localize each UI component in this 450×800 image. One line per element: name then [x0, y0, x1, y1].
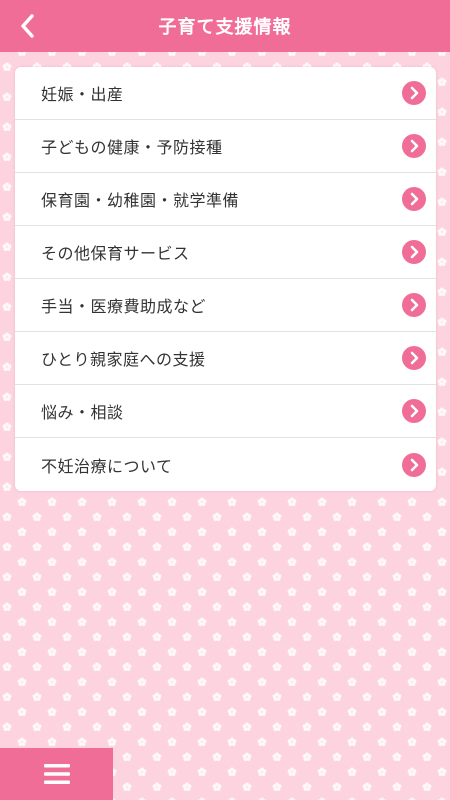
app-header: 子育て支援情報 — [0, 0, 450, 52]
menu-item-single-parent-support[interactable]: ひとり親家庭への支援 — [15, 332, 436, 385]
chevron-right-circle-icon — [402, 293, 426, 317]
chevron-right-circle-icon — [402, 134, 426, 158]
menu-item-label: 悩み・相談 — [41, 403, 124, 422]
menu-item-label: 子どもの健康・予防接種 — [41, 138, 223, 157]
chevron-right-circle-icon — [402, 399, 426, 423]
menu-item-label: 保育園・幼稚園・就学準備 — [41, 191, 240, 210]
menu-item-other-childcare[interactable]: その他保育サービス — [15, 226, 436, 279]
chevron-right-circle-icon — [402, 81, 426, 105]
hamburger-menu-icon — [43, 764, 70, 784]
menu-item-label: その他保育サービス — [41, 244, 190, 263]
hamburger-menu-button[interactable] — [0, 748, 113, 800]
menu-item-allowances-subsidies[interactable]: 手当・医療費助成など — [15, 279, 436, 332]
chevron-right-circle-icon — [402, 187, 426, 211]
menu-item-infertility-treatment[interactable]: 不妊治療について — [15, 438, 436, 491]
chevron-right-circle-icon — [402, 346, 426, 370]
page-title: 子育て支援情報 — [158, 17, 292, 38]
menu-item-label: 手当・医療費助成など — [41, 297, 207, 316]
chevron-right-circle-icon — [402, 240, 426, 264]
menu-item-label: 不妊治療について — [41, 456, 173, 476]
menu-item-nursery-kindergarten[interactable]: 保育園・幼稚園・就学準備 — [15, 173, 436, 226]
menu-list: 妊娠・出産 子どもの健康・予防接種 保育園・幼稚園・就学準備 その他保育サービス… — [15, 67, 436, 491]
menu-item-worries-consultation[interactable]: 悩み・相談 — [15, 385, 436, 438]
back-button[interactable] — [10, 6, 46, 46]
chevron-right-circle-icon — [402, 452, 426, 477]
menu-item-label: 妊娠・出産 — [41, 85, 124, 104]
menu-item-pregnancy-birth[interactable]: 妊娠・出産 — [15, 67, 436, 120]
menu-item-child-health-vaccination[interactable]: 子どもの健康・予防接種 — [15, 120, 436, 173]
menu-item-label: ひとり親家庭への支援 — [41, 350, 206, 369]
chevron-left-icon — [21, 14, 34, 38]
